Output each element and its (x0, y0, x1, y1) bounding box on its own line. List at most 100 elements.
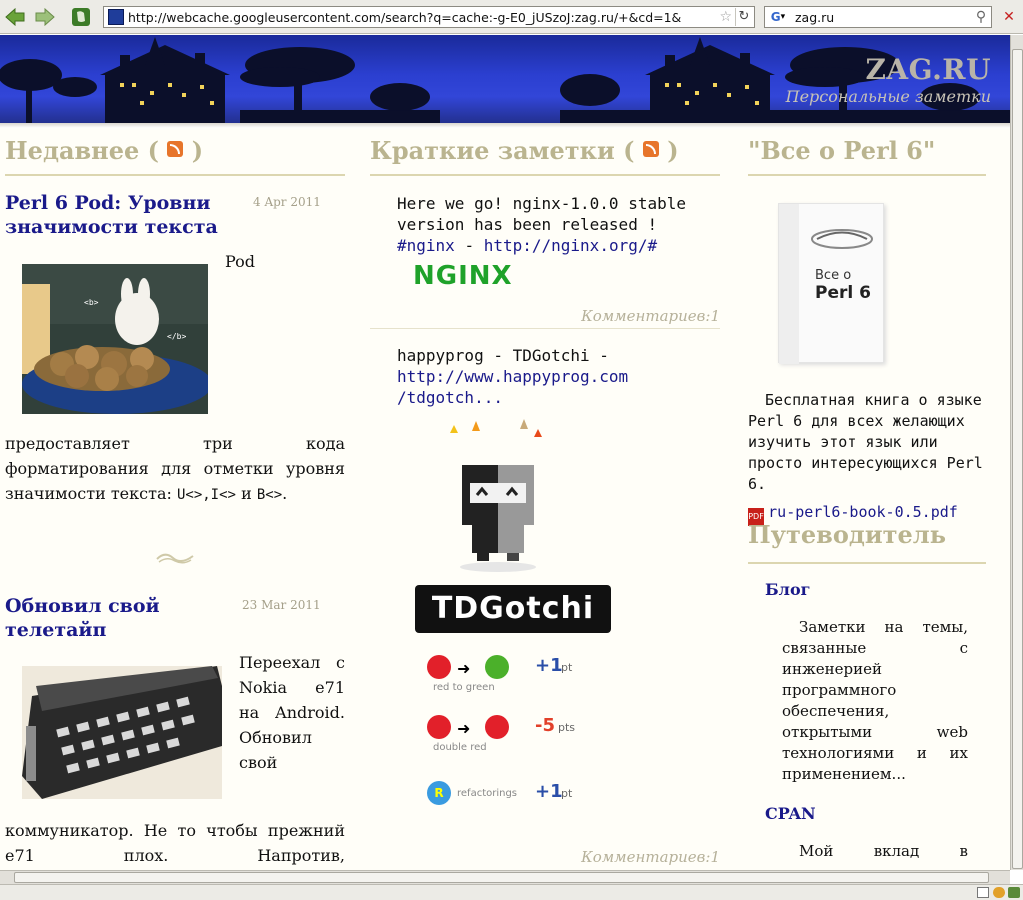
red-dot-icon (485, 715, 509, 739)
rss-icon[interactable] (167, 141, 184, 157)
comments-link[interactable]: Комментариев:1 (581, 307, 720, 325)
address-bar[interactable]: http://webcache.googleusercontent.com/se… (103, 6, 755, 28)
guide-section-blog: Блог Заметки на темы, связанные с инжене… (765, 580, 968, 785)
score-points: +1 (535, 655, 563, 676)
note-divider (370, 328, 720, 329)
post-text-body: коммуникатор. Не то чтобы прежний e71 пл… (5, 821, 345, 865)
forward-button[interactable] (34, 6, 56, 28)
note-nginx: Here we go! nginx-1.0.0 stable version h… (397, 193, 697, 291)
status-bar (0, 884, 1023, 900)
comments-link[interactable]: Комментариев:1 (581, 848, 720, 866)
bookmark-star-icon[interactable]: ☆ (719, 9, 732, 25)
horizontal-scroll-thumb[interactable] (14, 872, 989, 883)
back-arrow-icon (5, 8, 25, 26)
recent-heading-close: ) (191, 136, 204, 165)
score-row: ➜ -5 pts double red (427, 715, 627, 755)
close-icon[interactable]: ✕ (1000, 7, 1018, 27)
arrow-icon: ➜ (457, 719, 471, 738)
firebug-icon[interactable] (993, 887, 1005, 898)
guide-section-title[interactable]: Блог (765, 580, 968, 599)
post-image-phone (22, 666, 222, 799)
arrow-icon: ➜ (457, 659, 471, 678)
search-box[interactable]: G ▾ zag.ru ⚲ (764, 6, 992, 28)
book-spine (779, 204, 799, 364)
book-cover-image[interactable]: Все о Perl 6 (778, 203, 884, 364)
score-row: ➜ +1 pt red to green (427, 655, 627, 695)
score-unit: pt (561, 787, 573, 800)
score-unit: pts (558, 721, 576, 734)
post-date: 23 Mar 2011 (242, 598, 321, 612)
score-caption: refactorings (457, 788, 518, 799)
post-image-bunny: <b> </b> (22, 264, 208, 414)
note-text: happyprog - TDGotchi - http://www.happyp… (397, 345, 697, 408)
b-close-tag-label: </b> (167, 332, 187, 341)
forward-arrow-icon (35, 8, 55, 26)
reload-icon[interactable]: ↻ (735, 8, 752, 26)
post-text-line: Обновил (239, 728, 312, 747)
green-dot-icon (485, 655, 509, 679)
note-link[interactable]: http://nginx.org/# (484, 236, 657, 255)
page-favicon-icon (108, 9, 124, 25)
post-teletype: Обновил свой телетайп 23 Mar 2011 Переех… (5, 594, 345, 865)
site-banner: ZAG.RU Персональные заметки (0, 35, 1010, 123)
note-text: Here we go! nginx-1.0.0 stable version h… (397, 194, 686, 255)
post-text-line: Переехал с (239, 653, 345, 672)
score-points: +1 (535, 781, 563, 802)
browser-toolbar: http://webcache.googleusercontent.com/se… (0, 0, 1023, 34)
vertical-scroll-thumb[interactable] (1012, 49, 1023, 869)
evernote-button[interactable] (70, 6, 92, 28)
address-url[interactable]: http://webcache.googleusercontent.com/se… (128, 10, 698, 25)
notes-column: Краткие заметки ( ) Here we go! nginx-1.… (370, 128, 720, 866)
guide-section-text: Заметки на темы, связанные с инженерией … (782, 618, 968, 783)
notes-heading-close: ) (667, 136, 679, 165)
recent-heading-text: Недавнее ( (5, 136, 159, 165)
search-input[interactable]: zag.ru (791, 10, 971, 25)
post-title[interactable]: Обновил свой телетайп (5, 594, 205, 642)
nginx-logo[interactable]: NGINX (413, 261, 513, 291)
post-perl6-pod: Perl 6 Pod: Уровни значимости текста 4 A… (5, 191, 345, 564)
page-content: Недавнее ( ) Perl 6 Pod: Уровни значимос… (0, 128, 1010, 870)
notes-heading: Краткие заметки ( ) (370, 128, 720, 176)
notes-heading-text: Краткие заметки ( (370, 136, 635, 165)
note-link-cont[interactable]: /tdgotch... (397, 387, 697, 408)
note-tdgotchi: happyprog - TDGotchi - http://www.happyp… (397, 345, 697, 805)
score-points: -5 (535, 715, 555, 736)
addon-icon[interactable] (1008, 887, 1020, 898)
pdf-link[interactable]: ru-perl6-book-0.5.pdf (768, 503, 958, 521)
book-column: "Все о Perl 6" Все о Perl 6 Бесплатная к… (748, 128, 986, 860)
score-unit: pt (561, 661, 573, 674)
post-text-first: Pod (225, 252, 255, 271)
horizontal-scrollbar[interactable] (0, 870, 1010, 884)
red-dot-icon (427, 655, 451, 679)
book-heading: "Все о Perl 6" (748, 128, 986, 176)
rss-icon[interactable] (642, 141, 659, 157)
evernote-icon (72, 8, 90, 26)
post-title[interactable]: Perl 6 Pod: Уровни значимости текста (5, 191, 245, 239)
vertical-scrollbar[interactable] (1010, 35, 1023, 870)
book-camel-logo (811, 229, 873, 249)
site-title[interactable]: ZAG.RU (865, 53, 991, 86)
search-icon[interactable]: ⚲ (971, 9, 991, 25)
score-caption: double red (433, 742, 487, 753)
hashtag-link[interactable]: #nginx (397, 236, 455, 255)
google-engine-icon[interactable]: G ▾ (765, 8, 791, 26)
note-link[interactable]: http://www.happyprog.com (397, 366, 697, 387)
red-dot-icon (427, 715, 451, 739)
tdgotchi-logo[interactable]: TDGotchi (415, 585, 611, 633)
score-row: R refactorings +1 pt (427, 781, 627, 821)
back-button[interactable] (4, 6, 26, 28)
recent-heading: Недавнее ( ) (5, 128, 345, 176)
site-subtitle: Персональные заметки (785, 87, 991, 106)
status-icon (977, 887, 989, 898)
book-cover-title-2: Perl 6 (815, 283, 871, 303)
post-divider-ornament (156, 553, 194, 564)
guide-section-title[interactable]: CPAN (765, 804, 968, 823)
post-text-line: на Android. (239, 703, 345, 722)
book-description: Бесплатная книга о языке Perl 6 для всех… (748, 391, 983, 493)
phone-keyboard-image (22, 666, 222, 799)
post-text-line: Nokia e71 (239, 678, 345, 697)
banner-castle-illustration (0, 37, 1010, 123)
post-text-line: свой (239, 753, 278, 772)
score-caption: red to green (433, 682, 495, 693)
book-cover-title-1: Все о (815, 268, 852, 283)
